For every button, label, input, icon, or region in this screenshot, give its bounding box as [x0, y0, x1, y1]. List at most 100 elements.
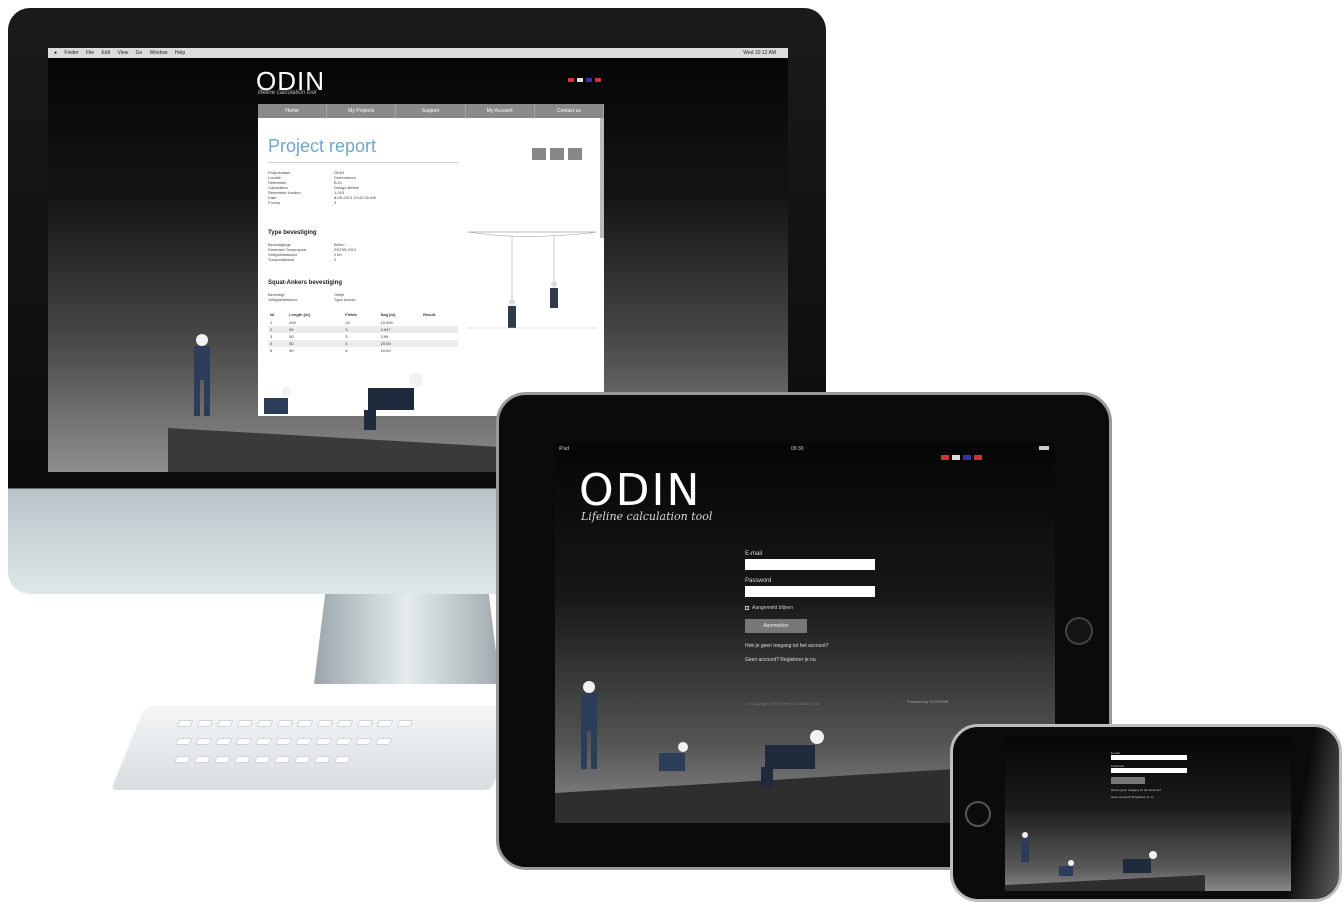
menu-item[interactable]: File [86, 50, 94, 56]
status-bar: iPad 09:30 [555, 443, 1055, 455]
menubar-clock: Wed 10:12 AM [743, 50, 776, 56]
detail-value: 3 [334, 200, 337, 205]
login-button[interactable]: Aanmelden [745, 619, 807, 633]
keyboard-key [255, 738, 273, 745]
keyboard-key [253, 756, 271, 763]
flag-icon[interactable] [952, 455, 960, 460]
table-cell: 1 [270, 320, 273, 325]
register-link[interactable]: Geen account? Registreer je nu [1111, 795, 1191, 799]
keyboard-key [295, 738, 313, 745]
keyboard-key [375, 738, 393, 745]
detail-key: Tussenafstand [268, 257, 295, 262]
menu-item[interactable]: Window [150, 50, 168, 56]
column-header: Fields [345, 312, 357, 317]
flag-icon[interactable] [568, 78, 574, 82]
flag-icon[interactable] [974, 455, 982, 460]
forgot-password-link[interactable]: Heb je geen toegang tot het account? [1111, 788, 1191, 792]
keyboard-key [195, 738, 213, 745]
nav-support[interactable]: Support [396, 104, 466, 118]
keyboard-key [315, 738, 333, 745]
menu-item[interactable]: Edit [101, 50, 110, 56]
nav-home[interactable]: Home [258, 104, 328, 118]
keyboard-key [313, 756, 331, 763]
flag-icon[interactable] [595, 78, 601, 82]
keyboard-key [236, 720, 254, 727]
scrollbar[interactable] [600, 118, 604, 238]
page-title: Project report [268, 136, 377, 156]
mac-menubar: ● Finder File Edit View Go Window Help W… [48, 48, 788, 58]
language-flags [568, 78, 601, 82]
password-field[interactable] [745, 586, 875, 597]
checkbox[interactable] [745, 606, 749, 610]
flag-icon[interactable] [586, 78, 592, 82]
keyboard-key [216, 720, 234, 727]
keyboard-key [335, 738, 353, 745]
divider [268, 162, 458, 163]
keyboard-key [336, 720, 354, 727]
detail-value: 8-05-2013 10:42:50 AM [334, 195, 376, 200]
battery-icon [1039, 446, 1049, 450]
screen-glare [1279, 727, 1339, 899]
nav-my-projects[interactable]: My Projects [327, 104, 397, 118]
email-field[interactable] [745, 559, 875, 570]
keyboard-key [173, 756, 191, 763]
workers-illustration [1005, 832, 1205, 891]
section-details: Bevestigings Beton Dimensie Tussenpost EN7… [268, 242, 356, 262]
imac-stand [314, 594, 500, 684]
keyboard-key [293, 756, 311, 763]
keyboard-key [276, 720, 294, 727]
keyboard-key [193, 756, 211, 763]
pdf-icon[interactable] [568, 148, 582, 160]
home-button[interactable] [1065, 617, 1093, 645]
section-heading: Type bevestiging [268, 230, 317, 236]
column-header: Nr [270, 312, 275, 317]
remember-me[interactable]: Aangemeld blijven [745, 605, 885, 611]
forgot-password-link[interactable]: Heb je geen toegang tot het account? [745, 643, 885, 649]
table-header-row: Nr Length [m] Fields Sag [m] Result [268, 310, 458, 319]
section-heading: Squat-Ankers bevestiging [268, 280, 343, 286]
keyboard-key [273, 756, 291, 763]
odin-logo[interactable]: ODIN [579, 465, 701, 516]
keyboard-key [175, 738, 193, 745]
keyboard-key [196, 720, 214, 727]
project-details: Projectnaam ODIN Locatie Dummmmm Referenti… [268, 170, 376, 205]
detail-row: Veiligheidsfactor Type kmnsd [268, 297, 356, 302]
lifeline-diagram [468, 231, 596, 329]
column-header: Length [m] [289, 312, 310, 317]
carrier-label: iPad [559, 446, 570, 452]
register-link[interactable]: Geen account? Registreer je nu [745, 657, 885, 663]
logo-tagline: lifeline calculation tool [258, 90, 317, 96]
print-icon[interactable] [532, 148, 546, 160]
column-header: Result [423, 312, 436, 317]
column-header: Sag [m] [380, 312, 396, 317]
email-field[interactable] [1111, 755, 1187, 760]
language-flags [941, 455, 982, 460]
menu-item[interactable]: View [117, 50, 128, 56]
home-button[interactable] [965, 801, 991, 827]
menu-item[interactable]: Help [175, 50, 185, 56]
menu-item[interactable]: Go [136, 50, 143, 56]
table-cell: 10.000 [380, 320, 393, 325]
main-nav: Home My Projects Support My Account Cont… [258, 104, 604, 118]
nav-my-account[interactable]: My Account [466, 104, 535, 118]
detail-key: Forces [268, 200, 281, 205]
keyboard-key [176, 720, 194, 727]
login-button[interactable] [1111, 777, 1145, 784]
login-form: E-mail Password Aangemeld blijven Aanmel… [745, 551, 885, 671]
section-details: Bevestigt Gelijk Veiligheidsfactor Type km… [268, 292, 356, 302]
flag-icon[interactable] [577, 78, 583, 82]
flag-icon[interactable] [941, 455, 949, 460]
detail-key: Veiligheidsfactor [268, 297, 298, 302]
email-icon[interactable] [550, 148, 564, 160]
apple-icon[interactable]: ● [54, 50, 57, 56]
detail-row: Tussenafstand 2 [268, 257, 356, 262]
detail-value: Type kmnsd [334, 297, 356, 302]
logo-tagline: Lifeline calculation tool [581, 510, 713, 523]
login-form: E-mail Password Heb je geen toegang tot … [1111, 751, 1191, 802]
password-field[interactable] [1111, 768, 1187, 773]
table-cell [421, 319, 458, 326]
nav-contact[interactable]: Contact us [535, 104, 604, 118]
email-label: E-mail [745, 551, 763, 557]
flag-icon[interactable] [963, 455, 971, 460]
menu-item[interactable]: Finder [64, 50, 78, 56]
